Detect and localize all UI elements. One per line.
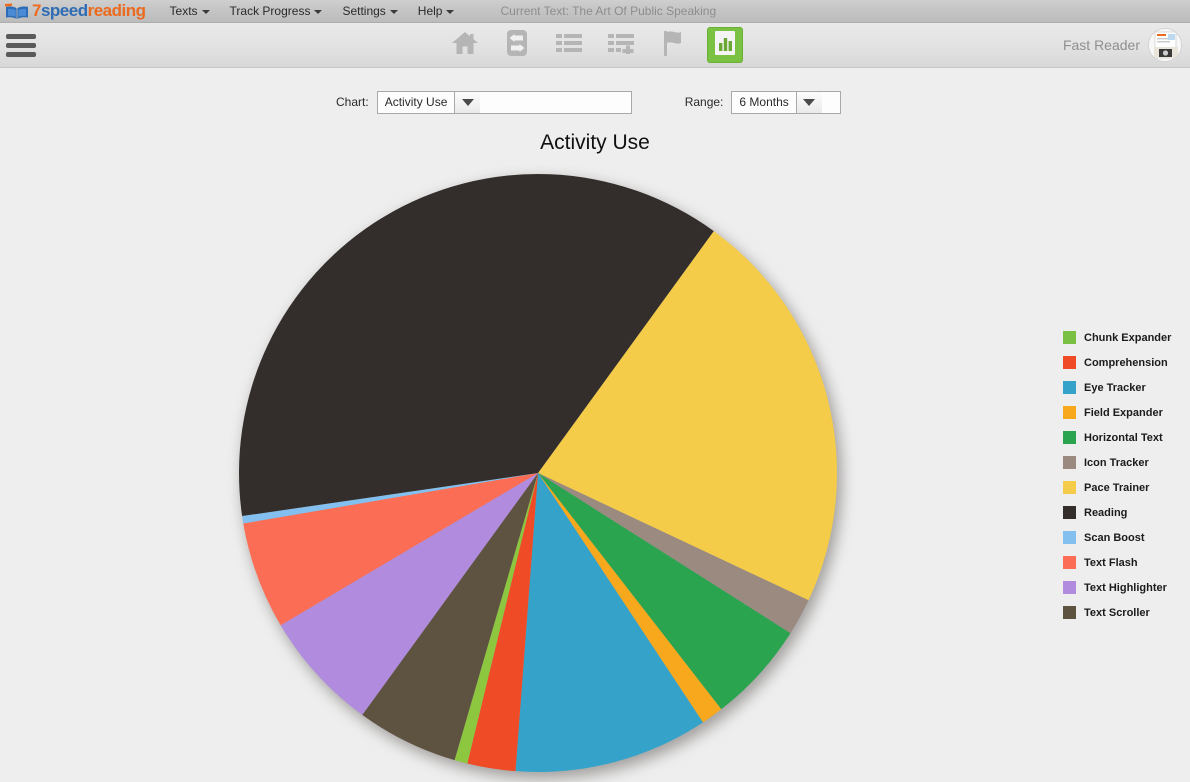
legend-label: Text Highlighter — [1084, 581, 1167, 594]
statistics-button[interactable] — [708, 28, 742, 62]
chevron-down-icon[interactable] — [795, 91, 822, 113]
legend-label: Horizontal Text — [1084, 431, 1163, 444]
menu-item-label: Track Progress — [229, 4, 311, 18]
menu-item-label: Settings — [342, 4, 386, 18]
open-book-icon — [4, 3, 30, 20]
chevron-down-icon — [446, 9, 455, 14]
bar-chart-icon — [714, 30, 736, 61]
legend-label: Text Scroller — [1084, 606, 1150, 619]
legend-item[interactable]: Field Expander — [1063, 400, 1190, 425]
legend-swatch — [1063, 331, 1076, 344]
legend-item[interactable]: Text Scroller — [1063, 600, 1190, 625]
legend-label: Chunk Expander — [1084, 331, 1172, 344]
brand-speed: speed — [40, 1, 88, 20]
range-select-label: Range: — [684, 95, 724, 109]
toolbar-icon-group — [0, 28, 1190, 62]
range-select-value: 6 Months — [739, 95, 789, 109]
range-select[interactable]: 6 Months — [731, 90, 842, 114]
chart-select-group: Chart: Activity Use — [336, 90, 632, 114]
top-menu-bar: 7 speed reading Texts Track Progress Setti… — [0, 0, 1190, 23]
legend-swatch — [1063, 606, 1076, 619]
text-list-button[interactable] — [552, 28, 586, 62]
menu-item-label: Help — [417, 4, 443, 18]
legend-label: Text Flash — [1084, 556, 1138, 569]
legend-swatch — [1063, 406, 1076, 419]
chevron-down-icon[interactable] — [454, 91, 481, 113]
pie-slices-container — [238, 173, 838, 773]
legend-item[interactable]: Text Flash — [1063, 550, 1190, 575]
brand-reading: reading — [87, 1, 146, 20]
chart-legend: Chunk Expander Comprehension Eye Tracker Fi… — [1063, 325, 1190, 625]
chevron-down-icon — [201, 9, 210, 14]
menu-item-track-progress[interactable]: Track Progress — [220, 2, 333, 20]
legend-swatch — [1063, 556, 1076, 569]
legend-swatch — [1063, 581, 1076, 594]
user-name-label: Fast Reader — [1062, 37, 1140, 53]
chart-select[interactable]: Activity Use — [376, 90, 632, 114]
legend-item[interactable]: Eye Tracker — [1063, 375, 1190, 400]
legend-item[interactable]: Icon Tracker — [1063, 450, 1190, 475]
legend-label: Icon Tracker — [1084, 456, 1149, 469]
main-menu: Texts Track Progress Settings Help — [160, 2, 465, 20]
legend-swatch — [1063, 456, 1076, 469]
legend-item[interactable]: Scan Boost — [1063, 525, 1190, 550]
chevron-down-icon — [389, 9, 398, 14]
legend-swatch — [1063, 431, 1076, 444]
menu-item-label: Texts — [169, 4, 198, 18]
swap-texts-button[interactable] — [500, 28, 534, 62]
chevron-down-icon — [314, 9, 323, 14]
legend-item[interactable]: Pace Trainer — [1063, 475, 1190, 500]
legend-label: Field Expander — [1084, 406, 1163, 419]
legend-label: Comprehension — [1084, 356, 1168, 369]
goals-button[interactable] — [656, 28, 690, 62]
range-select-group: Range: 6 Months — [684, 90, 842, 114]
brand-seven: 7 — [32, 1, 41, 20]
legend-item[interactable]: Chunk Expander — [1063, 325, 1190, 350]
flag-icon — [660, 29, 686, 62]
add-text-button[interactable] — [604, 28, 638, 62]
menu-item-help[interactable]: Help — [408, 2, 465, 20]
current-text-label: Current Text: The Art Of Public Speaking — [500, 4, 717, 18]
legend-label: Pace Trainer — [1084, 481, 1150, 494]
brand-logo[interactable]: 7 speed reading — [0, 0, 146, 23]
legend-item[interactable]: Reading — [1063, 500, 1190, 525]
legend-item[interactable]: Horizontal Text — [1063, 425, 1190, 450]
pie-chart — [238, 173, 842, 779]
legend-swatch — [1063, 531, 1076, 544]
chart-select-label: Chart: — [336, 95, 369, 109]
avatar[interactable] — [1148, 28, 1182, 62]
legend-item[interactable]: Comprehension — [1063, 350, 1190, 375]
chart-title: Activity Use — [540, 131, 650, 154]
menu-item-settings[interactable]: Settings — [332, 2, 407, 20]
chart-controls: Chart: Activity Use Range: 6 Months — [0, 85, 1190, 119]
pie-svg — [239, 173, 838, 772]
list-icon — [555, 32, 583, 59]
legend-item[interactable]: Text Highlighter — [1063, 575, 1190, 600]
user-area[interactable]: Fast Reader — [1063, 28, 1182, 62]
legend-label: Reading — [1084, 506, 1128, 519]
legend-swatch — [1063, 356, 1076, 369]
home-button[interactable] — [448, 28, 482, 62]
menu-item-texts[interactable]: Texts — [160, 2, 220, 20]
home-icon — [451, 30, 479, 61]
chart-select-value: Activity Use — [384, 95, 448, 109]
legend-swatch — [1063, 481, 1076, 494]
legend-swatch — [1063, 381, 1076, 394]
legend-label: Eye Tracker — [1084, 381, 1146, 394]
swap-arrows-icon — [504, 29, 530, 62]
add-to-list-icon — [607, 32, 635, 59]
legend-swatch — [1063, 506, 1076, 519]
legend-label: Scan Boost — [1084, 531, 1145, 544]
toolbar: Fast Reader — [0, 23, 1190, 68]
